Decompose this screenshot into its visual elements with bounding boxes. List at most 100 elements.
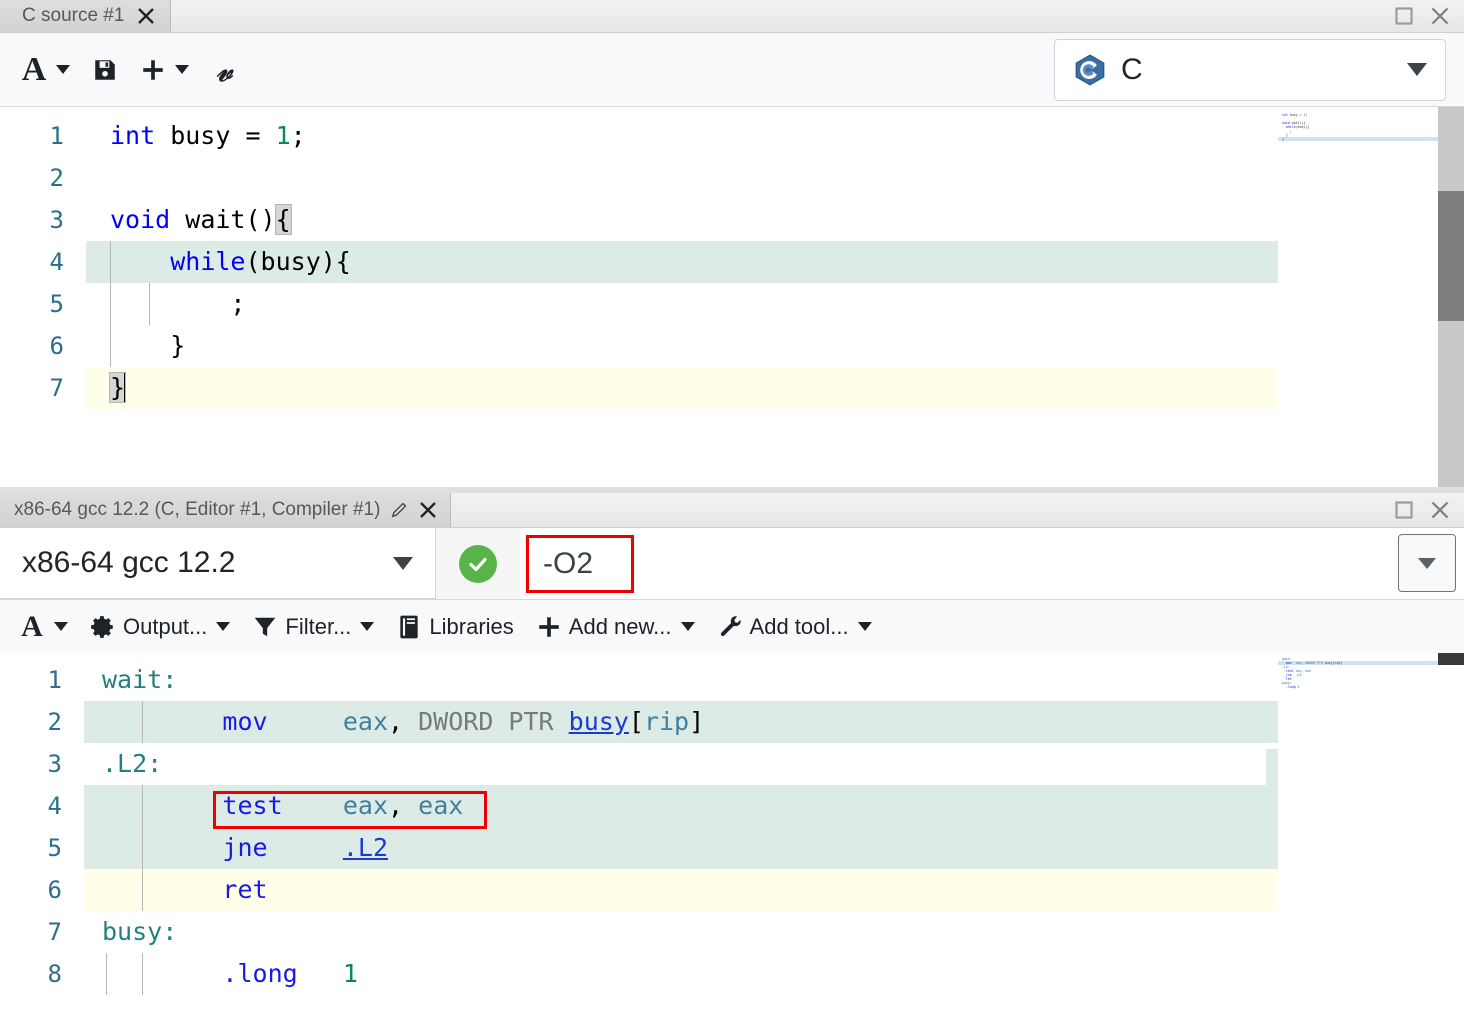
check-circle-icon xyxy=(459,544,497,583)
compiler-select-value: x86-64 gcc 12.2 xyxy=(22,546,236,579)
asm-line[interactable]: 2 mov eax, DWORD PTR busy[rip] xyxy=(0,701,1464,743)
vim-mode-button[interactable]: 𝓋 xyxy=(200,51,248,89)
libraries-button[interactable]: Libraries xyxy=(385,608,524,646)
compiler-window-buttons xyxy=(1380,493,1464,527)
close-icon[interactable] xyxy=(418,500,438,520)
assembly-scrollbar[interactable] xyxy=(1438,653,1464,1028)
compiler-options-input[interactable]: -O2 xyxy=(526,534,634,593)
compiler-selection-row: x86-64 gcc 12.2 -O2 xyxy=(0,528,1464,600)
line-content: while(busy){ xyxy=(86,241,1464,283)
line-content: jne .L2 xyxy=(84,827,1464,869)
asm-line[interactable]: 6 ret xyxy=(0,869,1464,911)
maximize-icon[interactable] xyxy=(1394,6,1414,26)
line-number: 5 xyxy=(47,834,62,862)
asm-line[interactable]: 4 test eax, eax xyxy=(0,785,1464,827)
line-number: 3 xyxy=(49,206,64,234)
line-content: .L2: xyxy=(102,749,163,778)
font-size-icon: A xyxy=(19,609,45,643)
line-number: 2 xyxy=(49,164,64,192)
line-number: 6 xyxy=(47,876,62,904)
line-number: 1 xyxy=(47,666,62,694)
line-number: 5 xyxy=(49,290,64,318)
font-size-button[interactable]: A xyxy=(10,51,81,89)
asm-line[interactable]: 8 .long 1 xyxy=(0,953,1464,995)
line-content: ; xyxy=(86,283,1464,325)
line-content: mov eax, DWORD PTR busy[rip] xyxy=(84,701,1464,743)
save-button[interactable] xyxy=(81,51,129,89)
add-tool-button[interactable]: Add tool... xyxy=(706,608,883,646)
line-content: .long 1 xyxy=(84,953,1464,995)
asm-line[interactable]: 3 .L2: xyxy=(0,743,1464,785)
line-number: 6 xyxy=(49,332,64,360)
close-icon[interactable] xyxy=(136,6,156,26)
plus-icon xyxy=(140,57,166,83)
line-number: 3 xyxy=(47,750,62,778)
source-minimap[interactable]: int busy = 1; void wait(){ while(busy){ … xyxy=(1278,113,1438,487)
code-line[interactable]: 3 void wait(){ xyxy=(0,199,1464,241)
pencil-icon[interactable] xyxy=(389,500,409,520)
line-number: 8 xyxy=(47,960,62,988)
chevron-down-icon xyxy=(56,65,70,74)
asm-line[interactable]: 5 jne .L2 xyxy=(0,827,1464,869)
close-icon[interactable] xyxy=(1430,6,1450,26)
line-content xyxy=(86,157,1464,199)
line-content: ret xyxy=(84,869,1464,911)
filter-button[interactable]: Filter... xyxy=(241,608,385,646)
assembly-minimap[interactable]: wait: mov eax, DWORD PTR busy[rip] .L2: … xyxy=(1278,657,1438,1028)
wrench-icon xyxy=(717,614,743,640)
chevron-down-icon xyxy=(1407,63,1427,76)
font-size-letter: A xyxy=(21,609,43,643)
line-content: void wait(){ xyxy=(110,204,292,235)
line-content: int busy = 1; xyxy=(110,121,306,150)
source-code-editor[interactable]: 1 int busy = 1; 2 3 void wait(){ 4 while… xyxy=(0,107,1464,487)
overview-ruler-yellow-marker xyxy=(1266,371,1278,385)
compiler-explorer-app: C source #1 A 𝓋 C 1 int busy = 1; 2 3 vo… xyxy=(0,0,1464,1028)
filter-button-label: Filter... xyxy=(285,613,352,639)
source-scrollbar[interactable] xyxy=(1438,107,1464,487)
language-selector[interactable]: C xyxy=(1054,38,1446,101)
compiler-pane: x86-64 gcc 12.2 (C, Editor #1, Compiler … xyxy=(0,493,1464,1028)
add-tool-button-label: Add tool... xyxy=(749,613,849,639)
compiler-options-dropdown[interactable] xyxy=(1398,534,1456,592)
chevron-down-icon xyxy=(393,556,413,570)
chevron-down-icon xyxy=(54,622,68,631)
code-line[interactable]: 7 } xyxy=(0,367,1464,409)
compiler-select[interactable]: x86-64 gcc 12.2 xyxy=(0,528,436,599)
font-size-button[interactable]: A xyxy=(8,608,79,646)
minimap-line: .long 1 xyxy=(1285,685,1300,689)
plus-icon xyxy=(536,614,562,640)
source-pane-titlebar: C source #1 xyxy=(0,0,1464,33)
close-icon[interactable] xyxy=(1430,500,1450,520)
scrollbar-thumb[interactable] xyxy=(1438,191,1464,321)
overview-ruler-teal-marker xyxy=(1266,749,1278,795)
line-number: 7 xyxy=(49,374,64,402)
chevron-down-icon xyxy=(216,622,231,631)
add-button[interactable] xyxy=(129,51,200,89)
asm-line[interactable]: 1 wait: xyxy=(0,659,1464,701)
line-number: 7 xyxy=(47,918,62,946)
assembly-output-editor[interactable]: 1 wait: 2 mov eax, DWORD PTR busy[rip] 3… xyxy=(0,653,1464,1028)
line-number: 1 xyxy=(49,122,64,150)
source-editor-toolbar: A 𝓋 C xyxy=(0,33,1464,107)
tab-compiler-1[interactable]: x86-64 gcc 12.2 (C, Editor #1, Compiler … xyxy=(0,493,452,527)
maximize-icon[interactable] xyxy=(1394,500,1414,520)
book-icon xyxy=(396,614,422,640)
scrollbar-track xyxy=(1438,653,1464,1028)
code-line[interactable]: 1 int busy = 1; xyxy=(0,115,1464,157)
tab-c-source-1[interactable]: C source #1 xyxy=(0,0,172,32)
font-size-letter: A xyxy=(21,50,47,88)
funnel-icon xyxy=(252,614,278,640)
add-new-button[interactable]: Add new... xyxy=(525,608,706,646)
output-button[interactable]: Output... xyxy=(79,608,241,646)
scrollbar-thumb[interactable] xyxy=(1438,653,1464,665)
chevron-down-icon xyxy=(857,622,872,631)
titlebar-spacer xyxy=(171,0,1380,32)
line-content: busy: xyxy=(102,917,178,946)
code-line[interactable]: 4 while(busy){ xyxy=(0,241,1464,283)
save-icon xyxy=(92,57,118,83)
code-line[interactable]: 6 } xyxy=(0,325,1464,367)
code-line[interactable]: 5 ; xyxy=(0,283,1464,325)
asm-line[interactable]: 7 busy: xyxy=(0,911,1464,953)
code-line[interactable]: 2 xyxy=(0,157,1464,199)
line-number: 4 xyxy=(47,792,62,820)
